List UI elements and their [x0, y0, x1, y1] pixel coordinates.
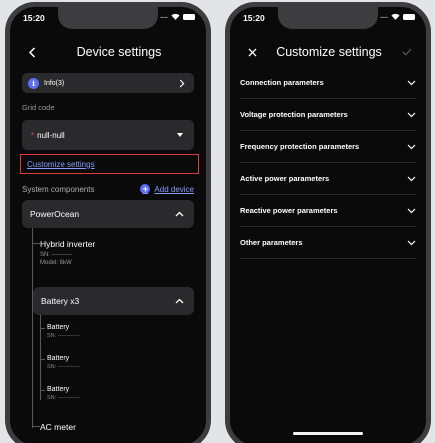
status-bar: 15:20 ....	[230, 12, 426, 26]
hybrid-inverter-item[interactable]: Hybrid inverter SN: ---------- Model: 6k…	[40, 239, 95, 268]
ac-meter-item[interactable]: AC meter	[40, 422, 76, 432]
powerocean-card[interactable]: PowerOcean	[22, 200, 194, 228]
tree-connector	[32, 228, 33, 428]
chevron-right-icon	[179, 79, 185, 87]
caret-down-icon	[177, 133, 183, 137]
battery-item[interactable]: Battery SN: ------------	[47, 386, 80, 401]
chevron-down-icon	[407, 112, 416, 117]
tree-branch	[40, 328, 45, 329]
tree-branch	[40, 390, 45, 391]
ac-meter-title: AC meter	[40, 422, 76, 432]
confirm-button[interactable]	[397, 42, 417, 62]
battery-item[interactable]: Battery SN: ------------	[47, 324, 80, 339]
wifi-icon	[171, 13, 180, 20]
wifi-icon	[391, 13, 400, 20]
param-row-connection[interactable]: Connection parameters	[240, 67, 416, 99]
param-row-frequency-protection[interactable]: Frequency protection parameters	[240, 131, 416, 163]
system-components-header: System components + Add device	[22, 182, 194, 196]
param-label: Other parameters	[240, 238, 303, 247]
battery-icon	[403, 13, 415, 20]
customize-settings-link[interactable]: Customize settings	[20, 154, 199, 174]
tree-branch	[32, 426, 40, 427]
status-bar: 15:20 ....	[10, 12, 206, 26]
hybrid-inverter-model: Model: 6kW	[40, 259, 72, 266]
param-label: Frequency protection parameters	[240, 142, 360, 151]
phone-device-settings: 15:20 .... Device settings i Info(3) Gri…	[5, 2, 211, 443]
battery-item[interactable]: Battery SN: ------------	[47, 355, 80, 370]
phone-customize-settings: 15:20 .... Customize settings Connection…	[225, 2, 431, 443]
chevron-down-icon	[407, 176, 416, 181]
add-device-button[interactable]: + Add device	[140, 184, 194, 194]
tree-branch	[40, 359, 45, 360]
hybrid-inverter-title: Hybrid inverter	[40, 239, 96, 249]
battery-group-card[interactable]: Battery x3	[33, 287, 194, 315]
plus-circle-icon: +	[140, 184, 151, 194]
chevron-down-icon	[407, 144, 416, 149]
page-title: Device settings	[76, 45, 162, 59]
battery-title: Battery	[47, 355, 70, 362]
chevron-down-icon	[407, 240, 416, 245]
grid-code-value: null-null	[37, 130, 65, 140]
info-label: Info(3)	[44, 79, 65, 87]
parameter-list: Connection parameters Voltage protection…	[240, 67, 416, 259]
param-row-voltage-protection[interactable]: Voltage protection parameters	[240, 99, 416, 131]
status-time: 15:20	[23, 13, 45, 23]
battery-group-label: Battery x3	[41, 296, 80, 306]
chevron-down-icon	[407, 80, 416, 85]
add-device-label: Add device	[154, 184, 194, 194]
param-label: Voltage protection parameters	[240, 110, 348, 119]
param-row-other[interactable]: Other parameters	[240, 227, 416, 259]
battery-sn: SN: ------------	[47, 333, 80, 339]
chevron-up-icon	[175, 211, 184, 217]
chevron-down-icon	[407, 208, 416, 213]
info-icon: i	[28, 77, 39, 89]
battery-title: Battery	[47, 386, 70, 393]
status-time: 15:20	[243, 13, 265, 23]
grid-code-select[interactable]: * null-null	[22, 120, 194, 150]
signal-dots: ....	[160, 13, 168, 20]
param-label: Connection parameters	[240, 78, 324, 87]
hybrid-inverter-sn: SN: ----------	[40, 252, 72, 258]
required-mark: *	[31, 130, 35, 140]
nav-bar: Customize settings	[230, 40, 426, 66]
info-row[interactable]: i Info(3)	[22, 73, 194, 93]
battery-icon	[183, 13, 195, 20]
param-label: Reactive power parameters	[240, 206, 338, 215]
powerocean-label: PowerOcean	[30, 209, 80, 219]
param-row-reactive-power[interactable]: Reactive power parameters	[240, 195, 416, 227]
home-indicator[interactable]	[293, 432, 363, 435]
battery-title: Battery	[47, 324, 70, 331]
battery-sn: SN: ------------	[47, 395, 80, 401]
nav-bar: Device settings	[10, 40, 206, 66]
param-label: Active power parameters	[240, 174, 330, 183]
chevron-up-icon	[175, 298, 184, 304]
check-icon	[402, 48, 412, 56]
battery-sn: SN: ------------	[47, 364, 80, 370]
system-components-label: System components	[22, 184, 95, 194]
param-row-active-power[interactable]: Active power parameters	[240, 163, 416, 195]
tree-branch	[32, 243, 40, 244]
signal-dots: ....	[380, 13, 388, 20]
grid-code-label: Grid code	[22, 103, 55, 112]
